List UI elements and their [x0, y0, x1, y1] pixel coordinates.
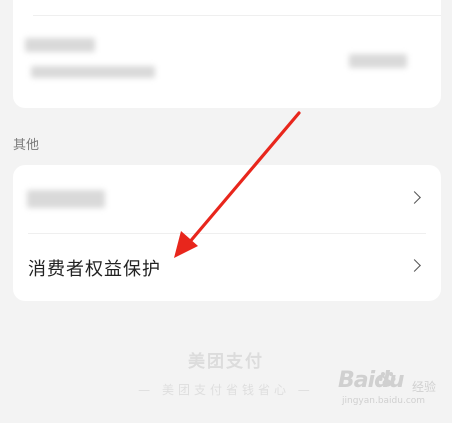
- blurred-name: [25, 38, 95, 52]
- chevron-right-icon: [408, 191, 421, 204]
- paw-icon: [378, 372, 396, 387]
- consumer-rights-protection-label: 消费者权益保护: [28, 259, 161, 280]
- baidu-jingyan-watermark: Baidu 经验 jingyan.baidu.com: [338, 366, 436, 414]
- card-divider: [33, 15, 441, 16]
- other-card: 消费者权益保护: [13, 165, 441, 301]
- watermark-sub: 经验: [411, 380, 436, 394]
- consumer-rights-protection-row[interactable]: 消费者权益保护: [13, 233, 441, 301]
- blurred-row-label: [27, 190, 105, 208]
- section-label-other: 其他: [13, 138, 40, 153]
- blurred-value: [349, 54, 407, 68]
- other-row-blurred[interactable]: [13, 165, 441, 233]
- account-card: [13, 0, 441, 108]
- chevron-right-icon: [408, 259, 421, 272]
- watermark-url: jingyan.baidu.com: [342, 396, 426, 406]
- blurred-detail: [31, 66, 155, 78]
